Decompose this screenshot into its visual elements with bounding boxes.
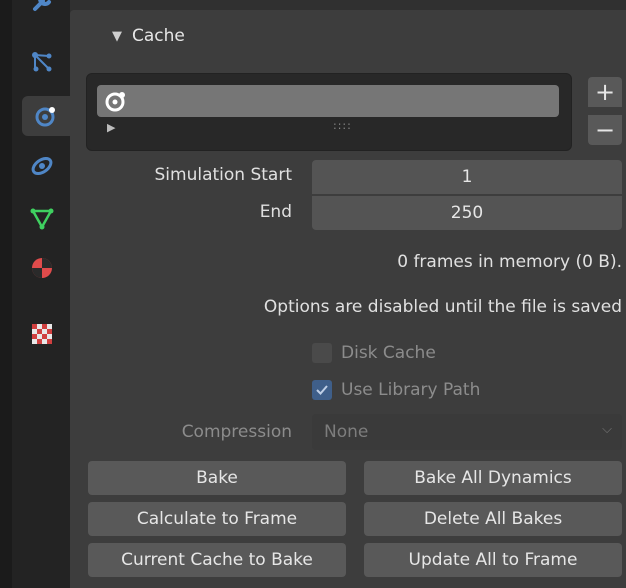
wrench-icon [33, 0, 51, 11]
calculate-to-frame-button[interactable]: Calculate to Frame [88, 502, 346, 536]
add-cache-button[interactable]: + [588, 77, 622, 107]
options-disabled-note: Options are disabled until the file is s… [263, 297, 622, 317]
compression-dropdown[interactable]: None ⌵ [312, 414, 622, 450]
tab-material[interactable] [22, 248, 62, 288]
tab-object-data[interactable] [22, 198, 62, 238]
list-item[interactable] [97, 85, 559, 117]
list-expand-icon[interactable]: ▶ [107, 121, 115, 134]
physics-icon [35, 107, 55, 127]
tab-constraints[interactable] [22, 146, 62, 186]
simulation-start-label: Simulation Start [154, 165, 293, 185]
tab-particles[interactable] [22, 42, 62, 82]
compression-value: None [324, 422, 369, 442]
cache-panel-header[interactable]: ▼ Cache [70, 10, 626, 62]
library-path-option[interactable]: Use Library Path [312, 380, 480, 400]
library-path-checkbox[interactable] [312, 380, 332, 400]
mesh-data-icon [30, 208, 54, 230]
tab-physics[interactable] [22, 96, 70, 136]
current-cache-to-bake-button[interactable]: Current Cache to Bake [88, 543, 346, 577]
checkmark-icon [316, 385, 328, 395]
constraints-icon [31, 156, 53, 176]
panel-title: Cache [132, 26, 185, 46]
properties-editor: ▼ Cache ▶ :::: + − Simulation Start 1 En… [0, 0, 626, 588]
cache-panel: ▼ Cache ▶ :::: + − Simulation Start 1 En… [70, 10, 626, 588]
particles-icon [32, 52, 52, 72]
bake-all-dynamics-button[interactable]: Bake All Dynamics [364, 461, 622, 495]
update-all-to-frame-button[interactable]: Update All to Frame [364, 543, 622, 577]
collapse-triangle-icon[interactable]: ▼ [112, 29, 122, 44]
list-resize-grip[interactable]: :::: [333, 119, 352, 132]
simulation-start-field[interactable]: 1 [312, 160, 622, 194]
material-icon [32, 258, 52, 278]
editor-edge [0, 0, 12, 588]
library-path-label: Use Library Path [341, 380, 481, 400]
disk-cache-checkbox[interactable] [312, 343, 332, 363]
chevron-down-icon: ⌵ [602, 422, 612, 437]
delete-all-bakes-button[interactable]: Delete All Bakes [364, 502, 622, 536]
compression-label: Compression [181, 422, 292, 442]
disk-cache-option[interactable]: Disk Cache [312, 343, 436, 363]
physics-icon [105, 92, 125, 112]
end-frame-field[interactable]: 250 [312, 196, 622, 230]
disk-cache-label: Disk Cache [341, 343, 436, 363]
remove-cache-button[interactable]: − [588, 115, 622, 145]
bake-button[interactable]: Bake [88, 461, 346, 495]
frames-in-memory-text: 0 frames in memory (0 B). [397, 252, 622, 272]
texture-icon [32, 324, 52, 344]
tab-modifiers[interactable] [22, 0, 62, 22]
cache-list: ▶ :::: [86, 73, 572, 151]
properties-tab-bar [12, 0, 70, 588]
end-label: End [259, 202, 292, 222]
tab-texture[interactable] [22, 314, 62, 354]
